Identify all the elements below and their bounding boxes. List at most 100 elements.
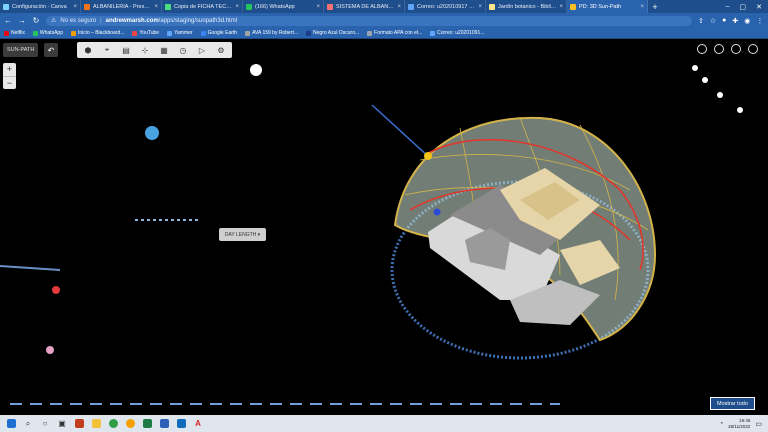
bookmark-label: Yammer (174, 30, 193, 36)
bookmark-item[interactable]: Google Earth (200, 30, 237, 36)
compass-icon[interactable] (250, 64, 262, 76)
tab-title: ALBAÑILERIA - Presentación (93, 3, 151, 10)
address-bar[interactable]: ⚠ No es seguro | andrewmarsh.com/apps/st… (46, 15, 692, 26)
tab-close-icon[interactable]: × (73, 4, 77, 10)
menu-icon[interactable]: ⋮ (756, 17, 763, 25)
minimize-icon[interactable]: – (726, 3, 730, 11)
sunpath-menu-button[interactable]: SUN-PATH (3, 43, 39, 57)
tab-close-icon[interactable]: × (397, 4, 401, 10)
task-view-icon[interactable]: ▣ (55, 417, 69, 431)
close-window-icon[interactable]: ✕ (756, 3, 762, 11)
taskbar: ⌕ ○ ▣ A ◔ 19:45 28/11/2022 ▭ (0, 415, 768, 432)
day-length-dropdown[interactable]: DAY LENGTH ▾ (219, 228, 266, 241)
bookmark-favicon-icon (430, 30, 436, 36)
cortana-icon[interactable]: ○ (38, 417, 52, 431)
fullscreen-icon[interactable] (748, 44, 758, 54)
bookmark-item[interactable]: Yammer (167, 30, 193, 36)
cube-icon[interactable]: ⬢ (80, 44, 96, 57)
clock-icon[interactable]: ◷ (175, 44, 191, 57)
grid-icon[interactable]: ⊹ (137, 44, 153, 57)
wifi-icon[interactable]: ◔ (720, 421, 724, 427)
bookmark-label: AVA 159 by Robert... (252, 30, 299, 36)
bookmark-favicon-icon (70, 30, 76, 36)
bookmark-item[interactable]: Negro Azul Oscuro... (306, 30, 359, 36)
play-icon[interactable]: ▷ (194, 44, 210, 57)
orbit-icon[interactable] (697, 44, 707, 54)
sunpath-viewport[interactable] (0, 40, 768, 415)
url-text: andrewmarsh.com/apps/staging/sunpath3d.h… (105, 17, 238, 24)
browser-tab[interactable]: Correo: u202010917 (Alex × (405, 0, 486, 13)
sun-ray (371, 104, 431, 159)
clock[interactable]: 19:45 28/11/2022 (728, 418, 750, 429)
tab-close-icon[interactable]: × (478, 4, 482, 10)
bookmark-label: YouTube (139, 30, 160, 36)
maximize-icon[interactable]: ▢ (740, 3, 747, 11)
browser-tab[interactable]: Jardín botanico - Biblioteca× (486, 0, 567, 13)
bookmark-item[interactable]: WhatsApp (32, 30, 63, 36)
bookmark-item[interactable]: Formato APA con el... (367, 30, 422, 36)
view-icon[interactable] (731, 44, 741, 54)
notification-icon[interactable]: ▭ (755, 420, 762, 428)
chrome-alt-icon[interactable] (123, 417, 137, 431)
gear-icon[interactable]: ⚙ (213, 44, 229, 57)
browser-tab[interactable]: ALBAÑILERIA - Presentación× (81, 0, 162, 13)
browser-tab[interactable]: Configuración - Canva × (0, 0, 81, 13)
bookmark-item[interactable]: Netflix (4, 30, 25, 36)
bookmark-label: Correo: u20201091... (437, 30, 485, 36)
table-icon[interactable]: ▦ (156, 44, 172, 57)
forward-icon[interactable]: → (18, 16, 26, 25)
bookmark-item[interactable]: Inicio – Blackboard... (70, 30, 124, 36)
tab-title: (166) WhatsApp (255, 3, 295, 10)
puzzle-icon[interactable]: ✚ (732, 17, 738, 25)
tab-favicon-icon (408, 3, 414, 10)
security-label: No es seguro (60, 17, 97, 24)
zoom-control: + − (3, 63, 16, 89)
tab-favicon-icon (246, 3, 252, 10)
powerpoint-icon[interactable] (72, 417, 86, 431)
tab-close-icon[interactable]: × (316, 4, 320, 10)
bookmark-favicon-icon (245, 30, 251, 36)
bookmark-item[interactable]: AVA 159 by Robert... (245, 30, 298, 36)
tab-title: SISTEMA DE ALBAÑILERÍA (336, 3, 394, 10)
zoom-in-button[interactable]: + (3, 63, 16, 76)
star-icon[interactable]: ☆ (710, 17, 716, 25)
file-explorer-icon[interactable] (89, 417, 103, 431)
reload-icon[interactable]: ↻ (32, 16, 40, 25)
tabs: Configuración - Canva × ALBAÑILERIA - Pres… (0, 0, 648, 13)
chrome-icon[interactable] (106, 417, 120, 431)
tab-favicon-icon (3, 3, 9, 10)
bookmark-label: Negro Azul Oscuro... (313, 30, 360, 36)
search-icon[interactable]: ⌕ (21, 417, 35, 431)
profile-icon[interactable]: ◉ (744, 17, 750, 25)
browser-tab[interactable]: PD: 3D Sun-Path × (567, 0, 648, 13)
artifact-line (0, 265, 61, 271)
back-icon[interactable]: ← (4, 16, 12, 25)
tab-close-icon[interactable]: × (235, 4, 239, 10)
browser-tab[interactable]: SISTEMA DE ALBAÑILERÍA× (324, 0, 405, 13)
windows-start-icon[interactable] (4, 417, 18, 431)
excel-icon[interactable] (140, 417, 154, 431)
browser-tab[interactable]: Copia de FICHA TÉCNICA× (162, 0, 243, 13)
tab-close-icon[interactable]: × (154, 4, 158, 10)
marker-icon (145, 126, 159, 140)
share-icon[interactable]: ⇪ (698, 17, 704, 25)
bookmark-label: Formato APA con el... (374, 30, 423, 36)
undo-button[interactable]: ↶ (44, 43, 58, 57)
acrobat-icon[interactable]: A (191, 417, 205, 431)
new-tab-button[interactable]: + (648, 2, 662, 12)
ruler-icon[interactable]: ▤ (118, 44, 134, 57)
extension-icon[interactable]: ● (722, 17, 726, 25)
bookmark-favicon-icon (200, 30, 206, 36)
word-icon[interactable] (157, 417, 171, 431)
pan-icon[interactable] (714, 44, 724, 54)
tab-close-icon[interactable]: × (559, 4, 563, 10)
bookmark-item[interactable]: YouTube (132, 30, 159, 36)
tab-close-icon[interactable]: × (640, 4, 644, 10)
browser-tab[interactable]: (166) WhatsApp × (243, 0, 324, 13)
zoom-out-button[interactable]: − (3, 75, 16, 90)
window-controls: – ▢ ✕ (726, 3, 768, 11)
outlook-icon[interactable] (174, 417, 188, 431)
location-icon[interactable]: ⌖ (99, 44, 115, 57)
bookmark-item[interactable]: Correo: u20201091... (430, 30, 484, 36)
show-all-button[interactable]: Mostrar todo (710, 397, 755, 410)
